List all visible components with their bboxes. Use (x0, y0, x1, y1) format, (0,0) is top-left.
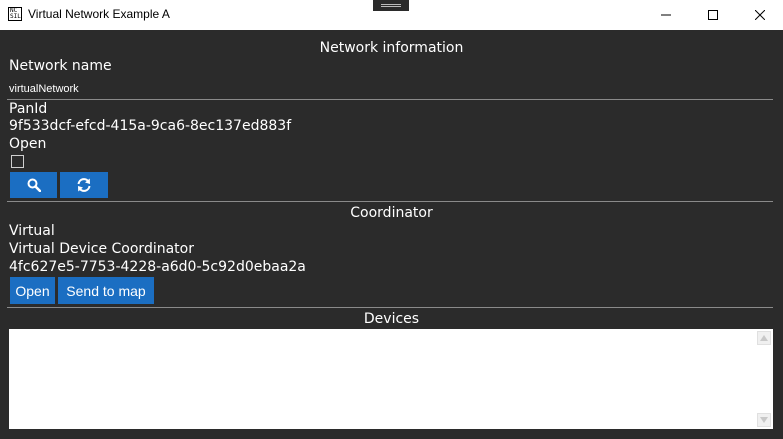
divider (7, 201, 773, 202)
divider (7, 307, 773, 308)
network-section-title: Network information (319, 40, 464, 56)
open-coordinator-button[interactable]: Open (10, 277, 55, 304)
refresh-button[interactable] (60, 172, 108, 198)
panid-value: 9f533dcf-efcd-415a-9ca6-8ec137ed883f (9, 118, 292, 134)
drag-grip[interactable] (373, 0, 409, 11)
search-icon (27, 178, 41, 192)
close-button[interactable] (737, 0, 783, 30)
chevron-up-icon (760, 335, 768, 341)
app-icon-text: NC SIL (10, 7, 21, 20)
devices-list[interactable] (9, 329, 773, 429)
refresh-icon (77, 178, 91, 192)
coordinator-section-title: Coordinator (350, 205, 433, 221)
minimize-button[interactable] (643, 0, 689, 30)
window-title: Virtual Network Example A (28, 7, 170, 21)
maximize-icon (708, 10, 718, 20)
panid-label: PanId (9, 101, 48, 117)
open-label: Open (9, 136, 47, 152)
chevron-down-icon (760, 417, 768, 423)
coordinator-id: 4fc627e5-7753-4228-a6d0-5c92d0ebaa2a (9, 259, 306, 275)
scroll-up-button[interactable] (757, 331, 771, 345)
app-icon: NC SIL (8, 7, 22, 21)
divider (7, 99, 773, 100)
minimize-icon (661, 14, 671, 16)
devices-section-title: Devices (363, 311, 420, 327)
send-to-map-button[interactable]: Send to map (58, 277, 154, 304)
maximize-button[interactable] (690, 0, 736, 30)
network-name-field[interactable] (9, 80, 309, 98)
search-button[interactable] (10, 172, 57, 198)
scroll-down-button[interactable] (757, 413, 771, 427)
coordinator-type: Virtual (9, 223, 55, 239)
network-name-label: Network name (9, 58, 112, 74)
coordinator-name: Virtual Device Coordinator (9, 241, 194, 257)
close-icon (755, 10, 765, 20)
open-checkbox[interactable] (11, 155, 24, 168)
